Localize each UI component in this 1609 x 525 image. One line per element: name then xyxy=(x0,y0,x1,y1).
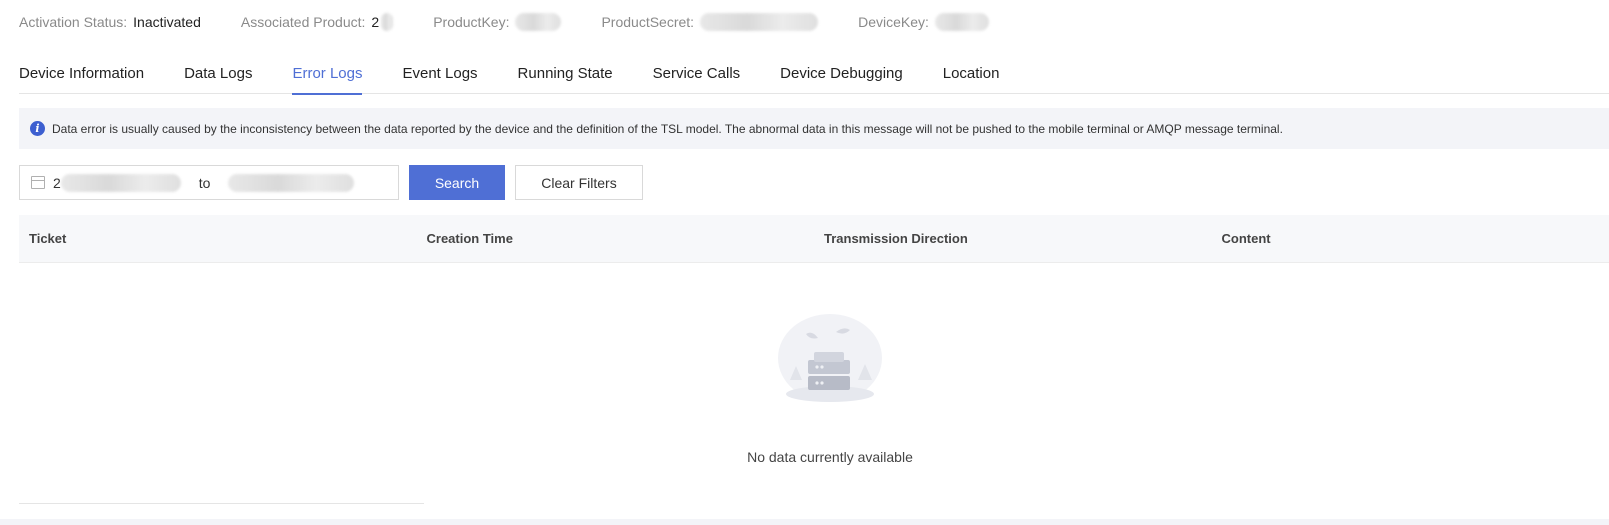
column-header-creation-time: Creation Time xyxy=(426,231,513,246)
date-start-value[interactable] xyxy=(60,173,181,192)
bottom-strip xyxy=(0,519,1609,525)
notice-text: Data error is usually caused by the inco… xyxy=(52,121,1283,136)
tab-device-debugging[interactable]: Device Debugging xyxy=(780,58,903,94)
tab-location[interactable]: Location xyxy=(943,58,1000,94)
search-button[interactable]: Search xyxy=(409,165,505,200)
table-bottom-divider xyxy=(19,503,424,504)
empty-state: No data currently available xyxy=(700,310,960,465)
product-key: ProductKey: xyxy=(433,13,562,31)
column-header-ticket: Ticket xyxy=(29,231,67,246)
device-key-label: DeviceKey: xyxy=(858,14,929,30)
redacted-value xyxy=(700,13,819,31)
redacted-value xyxy=(934,13,989,31)
activation-status-label: Activation Status: xyxy=(19,14,128,30)
device-detail-page: Activation Status: Inactivated Associate… xyxy=(0,0,1609,525)
device-info-row: Activation Status: Inactivated Associate… xyxy=(19,0,1029,44)
empty-state-text: No data currently available xyxy=(747,449,913,465)
tab-event-logs[interactable]: Event Logs xyxy=(402,58,477,94)
clear-filters-button[interactable]: Clear Filters xyxy=(515,165,643,200)
detail-tabs: Device Information Data Logs Error Logs … xyxy=(19,58,1609,95)
column-header-content: Content xyxy=(1221,231,1271,246)
tab-data-logs[interactable]: Data Logs xyxy=(184,58,252,94)
associated-product-value[interactable]: 2 xyxy=(371,14,379,30)
error-notice-banner: i Data error is usually caused by the in… xyxy=(19,108,1609,149)
column-header-transmission-direction: Transmission Direction xyxy=(824,231,968,246)
product-secret-label: ProductSecret: xyxy=(601,14,695,30)
empty-state-illustration xyxy=(778,314,882,402)
filter-bar: 2 to Search Clear Filters xyxy=(19,165,643,200)
date-separator: to xyxy=(198,174,211,191)
info-icon: i xyxy=(30,121,45,136)
product-secret: ProductSecret: xyxy=(601,13,819,31)
redacted-value xyxy=(515,13,562,31)
associated-product: Associated Product: 2 xyxy=(240,13,394,31)
redacted-value xyxy=(381,13,394,31)
device-key: DeviceKey: xyxy=(858,13,989,31)
product-key-label: ProductKey: xyxy=(433,14,510,30)
associated-product-label: Associated Product: xyxy=(240,14,366,30)
activation-status: Activation Status: Inactivated xyxy=(19,14,201,30)
table-header: Ticket Creation Time Transmission Direct… xyxy=(19,215,1609,263)
date-range-picker[interactable]: 2 to xyxy=(19,165,399,200)
tab-error-logs[interactable]: Error Logs xyxy=(292,58,363,95)
tab-running-state[interactable]: Running State xyxy=(518,58,613,94)
tab-device-information[interactable]: Device Information xyxy=(19,58,144,94)
date-end-value[interactable] xyxy=(228,173,355,192)
activation-status-value: Inactivated xyxy=(133,14,201,30)
date-start-prefix: 2 xyxy=(53,174,61,191)
calendar-icon xyxy=(31,176,45,189)
tab-service-calls[interactable]: Service Calls xyxy=(653,58,741,94)
